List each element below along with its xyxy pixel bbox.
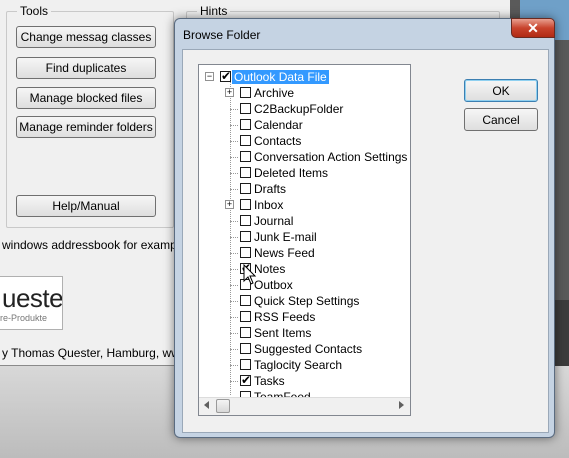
close-icon: ✕ [527,19,539,36]
folder-label: C2BackupFolder [254,102,344,116]
change-message-classes-button[interactable]: Change messag classes [16,26,156,48]
folder-tree[interactable]: − ✔ Outlook Data File + Archive C2BackupFolde… [198,64,411,416]
ok-button[interactable]: OK [464,79,538,102]
scroll-left-arrow-icon[interactable] [204,401,209,409]
folder-checkbox[interactable] [240,311,251,322]
tree-item[interactable]: Suggested Contacts [199,341,410,357]
tree-item[interactable]: RSS Feeds [199,309,410,325]
tree-item[interactable]: Contacts [199,133,410,149]
help-manual-button[interactable]: Help/Manual [16,195,156,217]
folder-label: Calendar [254,118,303,132]
tree-item[interactable]: ✔ Tasks [199,373,410,389]
scroll-thumb[interactable] [216,399,230,413]
tree-item[interactable]: Junk E-mail [199,229,410,245]
folder-checkbox[interactable] [240,119,251,130]
folder-label: Inbox [254,198,284,212]
folder-label: Outbox [254,278,293,292]
folder-checkbox[interactable]: ✔ [240,373,252,387]
folder-checkbox[interactable] [240,231,251,242]
expand-icon[interactable]: + [225,200,234,209]
tree-item[interactable]: Calendar [199,117,410,133]
addressbook-text: windows addressbook for example O [2,238,199,252]
tree-item[interactable]: + Inbox [199,197,410,213]
tree-item[interactable]: + Archive [199,85,410,101]
folder-checkbox[interactable] [240,135,251,146]
hints-groupbox-title: Hints [197,4,231,18]
manage-reminder-folders-button[interactable]: Manage reminder folders [16,116,156,138]
logo-subtext: re-Produkte [0,313,48,323]
folder-checkbox[interactable]: ✔ [220,69,232,83]
collapse-icon[interactable]: − [205,72,214,81]
folder-label: Archive [254,86,295,100]
scroll-right-arrow-icon[interactable] [399,401,404,409]
folder-checkbox[interactable] [240,103,251,114]
folder-checkbox[interactable] [240,199,251,210]
folder-checkbox[interactable] [240,295,251,306]
folder-label: Tasks [254,374,285,388]
folder-label: Taglocity Search [254,358,343,372]
folder-checkbox[interactable] [240,87,251,98]
folder-label: Sent Items [254,326,312,340]
manage-blocked-files-button[interactable]: Manage blocked files [16,87,156,109]
folder-checkbox[interactable] [240,327,251,338]
tree-item[interactable]: Conversation Action Settings [199,149,410,165]
folder-label: Notes [254,262,286,276]
folder-checkbox[interactable] [240,183,251,194]
expand-icon[interactable]: + [225,88,234,97]
horizontal-scrollbar[interactable] [199,397,410,415]
tree-item[interactable]: ✔Notes [199,261,410,277]
tree-item[interactable]: Drafts [199,181,410,197]
checkmark-icon: ✔ [241,373,252,387]
folder-checkbox[interactable] [240,151,251,162]
folder-label: Junk E-mail [254,230,317,244]
tree-item[interactable]: Deleted Items [199,165,410,181]
tree-item[interactable]: Sent Items [199,325,410,341]
browse-folder-dialog: Browse Folder ✕ − ✔ Outlook Data File + Arch… [174,18,555,438]
tree-item[interactable]: Outbox [199,277,410,293]
tree-item[interactable]: News Feed [199,245,410,261]
folder-label: Outlook Data File [232,70,329,84]
dialog-client-area: − ✔ Outlook Data File + Archive C2BackupFolde… [182,49,549,433]
folder-checkbox[interactable] [240,247,251,258]
quester-logo: uester re-Produkte [0,276,63,330]
tree-item[interactable]: Quick Step Settings [199,293,410,309]
folder-label: Contacts [254,134,302,148]
tools-groupbox-title: Tools [17,4,52,18]
folder-checkbox[interactable] [240,359,251,370]
close-button[interactable]: ✕ [511,18,555,38]
tree-root-item[interactable]: − ✔ Outlook Data File [199,69,410,85]
folder-label: Suggested Contacts [254,342,363,356]
folder-label: News Feed [254,246,315,260]
tree-item[interactable]: C2BackupFolder [199,101,410,117]
folder-label: RSS Feeds [254,310,316,324]
folder-checkbox[interactable] [240,215,251,226]
folder-checkbox[interactable] [240,167,251,178]
folder-label: Quick Step Settings [254,294,360,308]
checkmark-icon: ✔ [221,69,232,83]
dialog-title: Browse Folder [183,28,261,42]
folder-checkbox[interactable] [240,343,251,354]
folder-label: Journal [254,214,294,228]
folder-label: Deleted Items [254,166,329,180]
tree-item[interactable]: Journal [199,213,410,229]
mouse-cursor-icon [243,264,257,285]
folder-label: Conversation Action Settings [254,150,408,164]
find-duplicates-button[interactable]: Find duplicates [16,57,156,79]
folder-label: Drafts [254,182,287,196]
tree-item[interactable]: Taglocity Search [199,357,410,373]
cancel-button[interactable]: Cancel [464,108,538,131]
logo-text: uester [2,283,63,313]
